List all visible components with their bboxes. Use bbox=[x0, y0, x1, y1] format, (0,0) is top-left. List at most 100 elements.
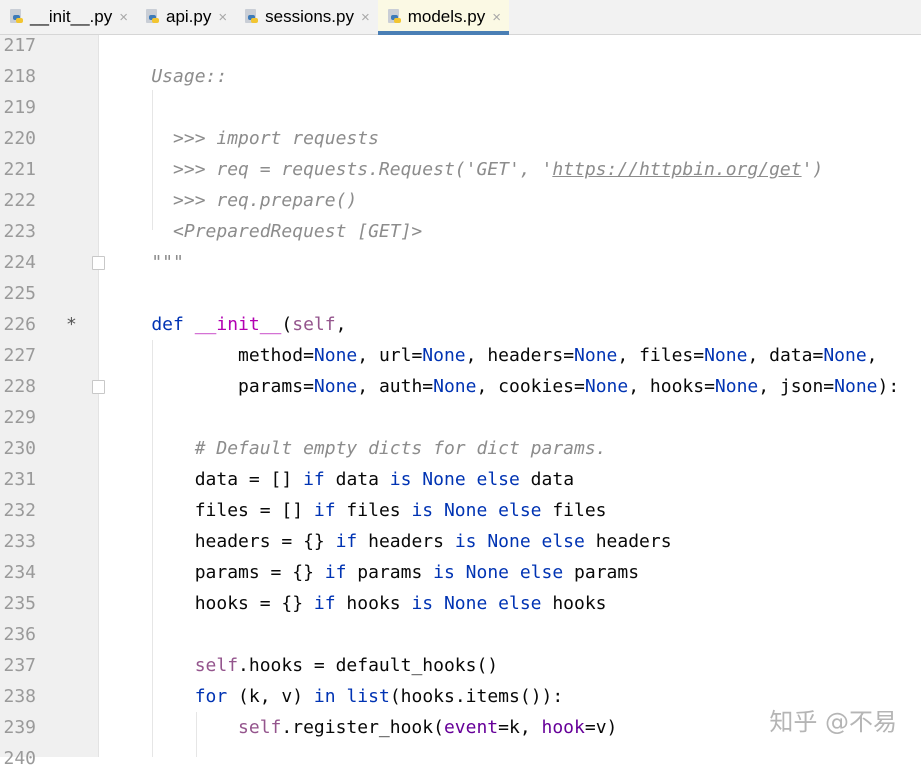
token-t: method= bbox=[108, 345, 314, 366]
token-t: headers bbox=[584, 531, 672, 552]
code-text: """ bbox=[108, 247, 184, 278]
tab-label: sessions.py bbox=[265, 7, 354, 26]
token-t: , auth= bbox=[357, 376, 434, 397]
token-kw: if bbox=[313, 500, 336, 521]
code-line: 230 # Default empty dicts for dict param… bbox=[0, 433, 921, 464]
line-number: 230 bbox=[3, 438, 36, 459]
token-kw: None bbox=[313, 376, 358, 397]
token-t: files bbox=[335, 500, 412, 521]
line-number: 224 bbox=[3, 252, 36, 273]
watermark: 知乎 @不易 bbox=[769, 708, 897, 736]
line-number: 233 bbox=[3, 531, 36, 552]
token-doc: >>> req.prepare() bbox=[108, 190, 358, 211]
code-line: 217 bbox=[0, 30, 921, 61]
code-line: 224 """ bbox=[0, 247, 921, 278]
token-t: , json= bbox=[758, 376, 835, 397]
line-number: 240 bbox=[3, 748, 36, 769]
token-link[interactable]: https://httpbin.org/get bbox=[552, 159, 801, 180]
token-t: files bbox=[541, 500, 607, 521]
code-line: 221 >>> req = requests.Request('GET', 'h… bbox=[0, 154, 921, 185]
token-t: , files= bbox=[617, 345, 705, 366]
token-cm: # Default empty dicts for dict params. bbox=[108, 438, 607, 459]
token-kw: None bbox=[574, 345, 618, 366]
line-number: 227 bbox=[3, 345, 36, 366]
line-number: 221 bbox=[3, 159, 36, 180]
close-tab-icon[interactable]: × bbox=[492, 9, 501, 26]
line-number: 222 bbox=[3, 190, 36, 211]
line-number: 234 bbox=[3, 562, 36, 583]
tab-initpy[interactable]: __init__.py × bbox=[0, 0, 136, 34]
code-text: method=None, url=None, headers=None, fil… bbox=[108, 340, 877, 371]
code-text: # Default empty dicts for dict params. bbox=[108, 433, 607, 464]
token-kw: None bbox=[433, 376, 477, 397]
code-line: 235 hooks = {} if hooks is None else hoo… bbox=[0, 588, 921, 619]
token-kw: None bbox=[313, 345, 358, 366]
tab-modelspy[interactable]: models.py × bbox=[377, 0, 510, 35]
code-line: 240 bbox=[0, 743, 921, 774]
token-t: files = [] bbox=[108, 500, 314, 521]
line-number: 217 bbox=[3, 35, 36, 56]
code-text: params=None, auth=None, cookies=None, ho… bbox=[108, 371, 899, 402]
code-line: 233 headers = {} if headers is None else… bbox=[0, 526, 921, 557]
line-number: 236 bbox=[3, 624, 36, 645]
line-number: 235 bbox=[3, 593, 36, 614]
token-kw: is None else bbox=[389, 469, 520, 490]
line-number: 228 bbox=[3, 376, 36, 397]
token-self: self bbox=[108, 655, 239, 676]
token-magic: __init__ bbox=[194, 314, 282, 335]
code-line: 226 * def __init__(self, bbox=[0, 309, 921, 340]
code-text: data = [] if data is None else data bbox=[108, 464, 574, 495]
token-t: =v) bbox=[584, 717, 618, 738]
line-number: 223 bbox=[3, 221, 36, 242]
token-self: self bbox=[108, 717, 282, 738]
line-number: 218 bbox=[3, 66, 36, 87]
token-t: =k, bbox=[498, 717, 542, 738]
code-line: 219 bbox=[0, 92, 921, 123]
token-kw: None bbox=[834, 376, 878, 397]
tab-apipy[interactable]: api.py × bbox=[136, 0, 235, 34]
fold-toggle-icon[interactable] bbox=[92, 380, 105, 394]
code-line: 227 method=None, url=None, headers=None,… bbox=[0, 340, 921, 371]
code-line: 231 data = [] if data is None else data bbox=[0, 464, 921, 495]
token-t: hooks bbox=[335, 593, 412, 614]
token-t: params= bbox=[108, 376, 314, 397]
token-t: (hooks.items()): bbox=[389, 686, 564, 707]
code-text: >>> req.prepare() bbox=[108, 185, 357, 216]
token-t: hooks = {} bbox=[108, 593, 314, 614]
code-line: 220 >>> import requests bbox=[0, 123, 921, 154]
token-kw: in bbox=[313, 686, 336, 707]
token-kw: if bbox=[335, 531, 358, 552]
code-text: files = [] if files is None else files bbox=[108, 495, 607, 526]
token-kw: if bbox=[313, 593, 336, 614]
line-number: 226 bbox=[3, 314, 36, 335]
code-line: 223 <PreparedRequest [GET]> bbox=[0, 216, 921, 247]
close-tab-icon[interactable]: × bbox=[361, 9, 370, 26]
token-t: , hooks= bbox=[628, 376, 715, 397]
token-kw: if bbox=[324, 562, 347, 583]
token-doc: Usage:: bbox=[108, 66, 228, 87]
code-line: 237 self.hooks = default_hooks() bbox=[0, 650, 921, 681]
tab-sessionspy[interactable]: sessions.py × bbox=[235, 0, 378, 34]
token-kw: is None else bbox=[411, 500, 542, 521]
bookmark-marker[interactable]: * bbox=[66, 309, 77, 340]
close-tab-icon[interactable]: × bbox=[218, 9, 227, 26]
token-kw: is None else bbox=[454, 531, 585, 552]
token-arg: hook bbox=[541, 717, 585, 738]
code-line: 228 params=None, auth=None, cookies=None… bbox=[0, 371, 921, 402]
token-t: params bbox=[563, 562, 640, 583]
token-doc: >>> import requests bbox=[108, 128, 379, 149]
token-t: , data= bbox=[747, 345, 824, 366]
close-tab-icon[interactable]: × bbox=[119, 9, 128, 26]
code-line: 234 params = {} if params is None else p… bbox=[0, 557, 921, 588]
token-doc: >>> req = requests.Request('GET', ' bbox=[108, 159, 553, 180]
fold-toggle-icon[interactable] bbox=[92, 256, 105, 270]
code-text: def __init__(self, bbox=[108, 309, 346, 340]
code-line: 229 bbox=[0, 402, 921, 433]
token-t: headers bbox=[357, 531, 455, 552]
code-text: Usage:: bbox=[108, 61, 227, 92]
token-kw: def bbox=[108, 314, 195, 335]
token-t: (k, v) bbox=[227, 686, 314, 707]
code-text: params = {} if params is None else param… bbox=[108, 557, 639, 588]
token-t: params = {} bbox=[108, 562, 325, 583]
token-t: data bbox=[324, 469, 390, 490]
